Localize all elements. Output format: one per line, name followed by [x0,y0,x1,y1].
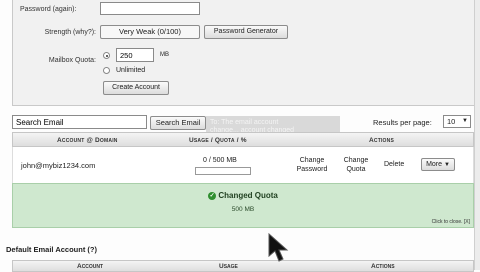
scrollbar[interactable] [474,0,480,270]
notice-title: Changed Quota [218,191,278,200]
chevron-down-icon: ▼ [462,118,468,124]
search-email-input[interactable] [12,115,147,129]
column-header-account[interactable]: Account @ Domain [57,137,118,144]
usage-bar [195,167,251,175]
usage-text: 0 / 500 MB [203,157,237,164]
strength-label: Strength (why?): [44,29,96,36]
change-password-link[interactable]: Change Password [295,156,329,174]
quota-unit: MB [160,52,169,58]
column-header-actions: Actions [369,137,394,144]
change-quota-link[interactable]: Change Quota [341,156,371,174]
quota-field[interactable] [116,48,154,62]
password-again-field[interactable] [100,2,200,15]
quota-radio-unlimited[interactable] [103,67,110,74]
check-icon: ✓ [208,191,217,200]
password-generator-button[interactable]: Password Generator [204,25,288,39]
mailbox-quota-label: Mailbox Quota: [48,57,96,64]
account-email: john@mybiz1234.com [21,161,96,170]
search-email-button[interactable]: Search Email [150,116,206,130]
results-per-page-select[interactable]: 10 ▼ [443,115,471,128]
notice-close-hint[interactable]: Click to close. [X] [432,219,470,225]
default-column-usage: Usage [219,263,238,270]
create-account-button[interactable]: Create Account [103,81,169,95]
default-account-table-header: Account Usage Actions [12,260,474,272]
change-password-line2: Password [296,166,328,173]
results-per-page-value: 10 [447,117,456,126]
quota-radio-limited[interactable] [103,52,110,59]
change-password-line1: Change [299,157,325,164]
default-account-heading: Default Email Account (?) [6,245,97,254]
more-button[interactable]: More ▼ [421,158,455,171]
table-row: john@mybiz1234.com 0 / 500 MB Change Pas… [12,147,474,183]
change-quota-line1: Change [343,157,369,164]
tooltip-line1: To: The email account [210,119,279,126]
column-header-usage[interactable]: Usage / Quota / % [189,137,247,144]
default-column-actions: Actions [371,263,395,270]
mouse-cursor-icon [268,232,289,262]
results-per-page-label: Results per page: [373,118,432,127]
password-again-label: Password (again): [20,6,77,13]
default-column-account: Account [77,263,104,270]
add-account-form [12,0,476,106]
chevron-down-icon: ▼ [443,162,450,168]
more-label: More [426,161,443,168]
unlimited-label: Unlimited [116,67,146,74]
delete-link[interactable]: Delete [384,161,404,168]
changed-quota-notice[interactable]: ✓ Changed Quota 500 MB Click to close. [… [12,183,474,228]
notice-value: 500 MB [231,206,255,213]
email-accounts-table-header: Account @ Domain Usage / Quota / % Actio… [12,132,474,147]
notice-title-wrap: ✓ Changed Quota [13,191,473,200]
change-quota-line2: Quota [346,166,366,173]
strength-meter: Very Weak (0/100) [100,25,200,39]
